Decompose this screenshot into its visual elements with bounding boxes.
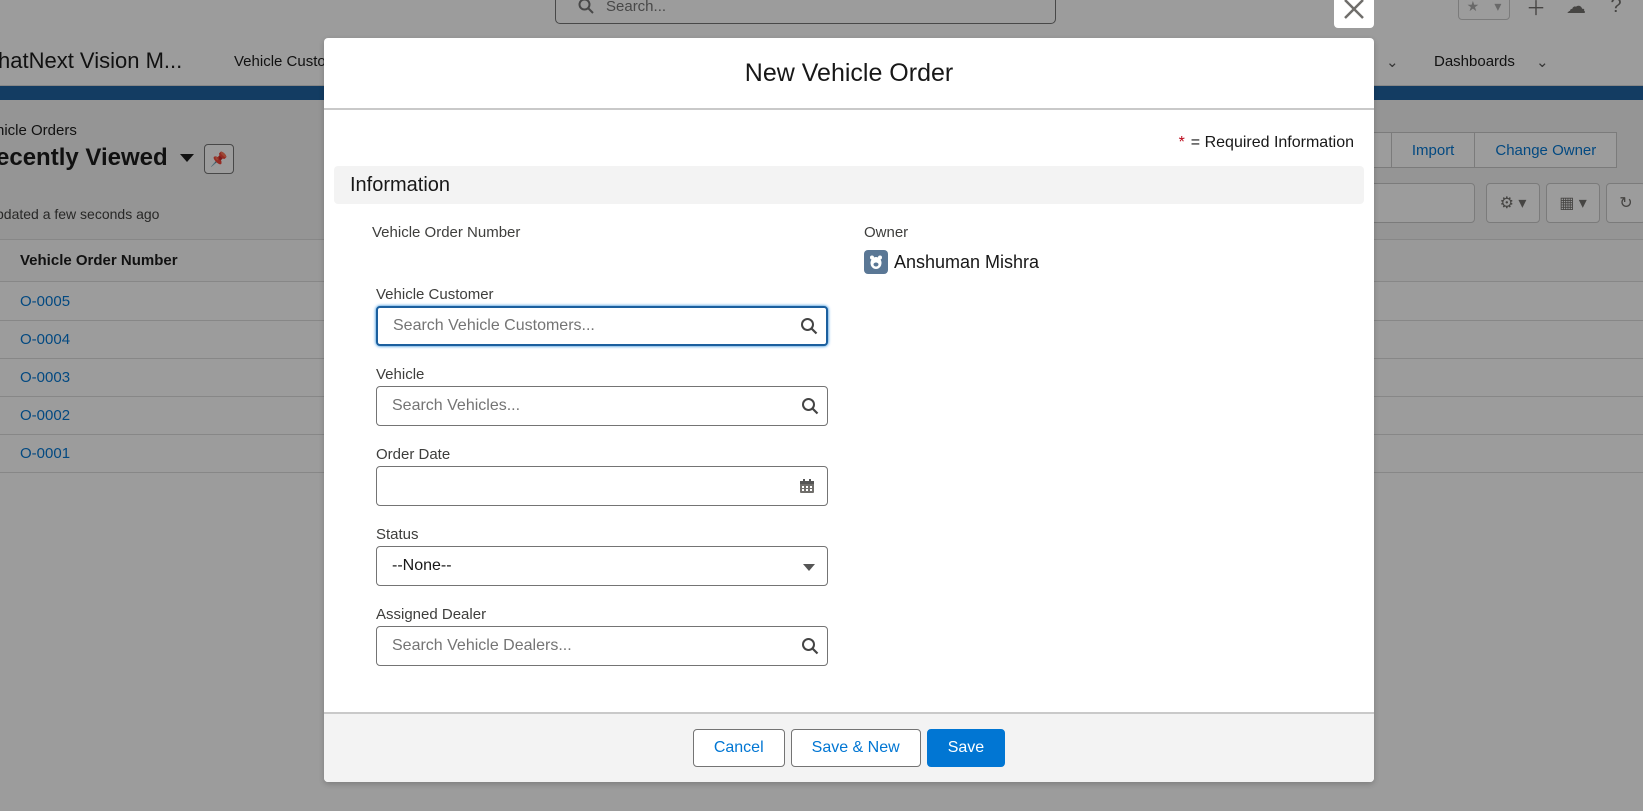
save-button[interactable]: Save xyxy=(926,729,1006,767)
vehicle-customer-label: Vehicle Customer xyxy=(376,286,494,303)
user-avatar-icon xyxy=(864,250,888,274)
owner-label: Owner xyxy=(864,224,909,241)
section-header-information[interactable]: Information xyxy=(334,166,1364,204)
status-select[interactable]: --None-- xyxy=(376,546,828,586)
assigned-dealer-input[interactable]: Search Vehicle Dealers... xyxy=(376,626,828,666)
vehicle-customer-placeholder: Search Vehicle Customers... xyxy=(393,317,595,334)
search-icon xyxy=(801,637,819,655)
status-label: Status xyxy=(376,526,419,543)
vehicle-placeholder: Search Vehicles... xyxy=(392,397,521,414)
order-number-label: Vehicle Order Number xyxy=(372,224,521,241)
section-title: Information xyxy=(350,173,451,196)
order-date-input[interactable] xyxy=(376,466,828,506)
modal-footer: Cancel Save & New Save xyxy=(324,712,1374,782)
required-info-text: = Required Information xyxy=(1190,134,1354,151)
calendar-icon[interactable] xyxy=(799,478,815,494)
modal-title: New Vehicle Order xyxy=(744,58,954,87)
owner-name-link[interactable]: Anshuman Mishra xyxy=(894,252,1039,273)
cancel-button[interactable]: Cancel xyxy=(692,729,785,767)
status-selected-value: --None-- xyxy=(392,557,452,574)
owner-value: Anshuman Mishra xyxy=(864,250,1039,274)
new-vehicle-order-modal: New Vehicle Order * = Required Informatio… xyxy=(324,38,1374,782)
search-icon xyxy=(800,317,818,335)
vehicle-input[interactable]: Search Vehicles... xyxy=(376,386,828,426)
modal-header: New Vehicle Order xyxy=(324,38,1374,110)
vehicle-label: Vehicle xyxy=(376,366,425,383)
close-icon xyxy=(1344,0,1364,19)
vehicle-customer-input[interactable]: Search Vehicle Customers... xyxy=(376,306,828,346)
assigned-dealer-label: Assigned Dealer xyxy=(376,606,487,623)
search-icon xyxy=(801,397,819,415)
order-date-label: Order Date xyxy=(376,446,451,463)
required-info-note: * = Required Information xyxy=(1179,134,1354,152)
chevron-down-icon xyxy=(803,564,815,571)
save-and-new-button[interactable]: Save & New xyxy=(790,729,921,767)
required-asterisk: * xyxy=(1178,134,1185,151)
assigned-dealer-placeholder: Search Vehicle Dealers... xyxy=(392,637,572,654)
modal-close-button[interactable] xyxy=(1334,0,1374,28)
